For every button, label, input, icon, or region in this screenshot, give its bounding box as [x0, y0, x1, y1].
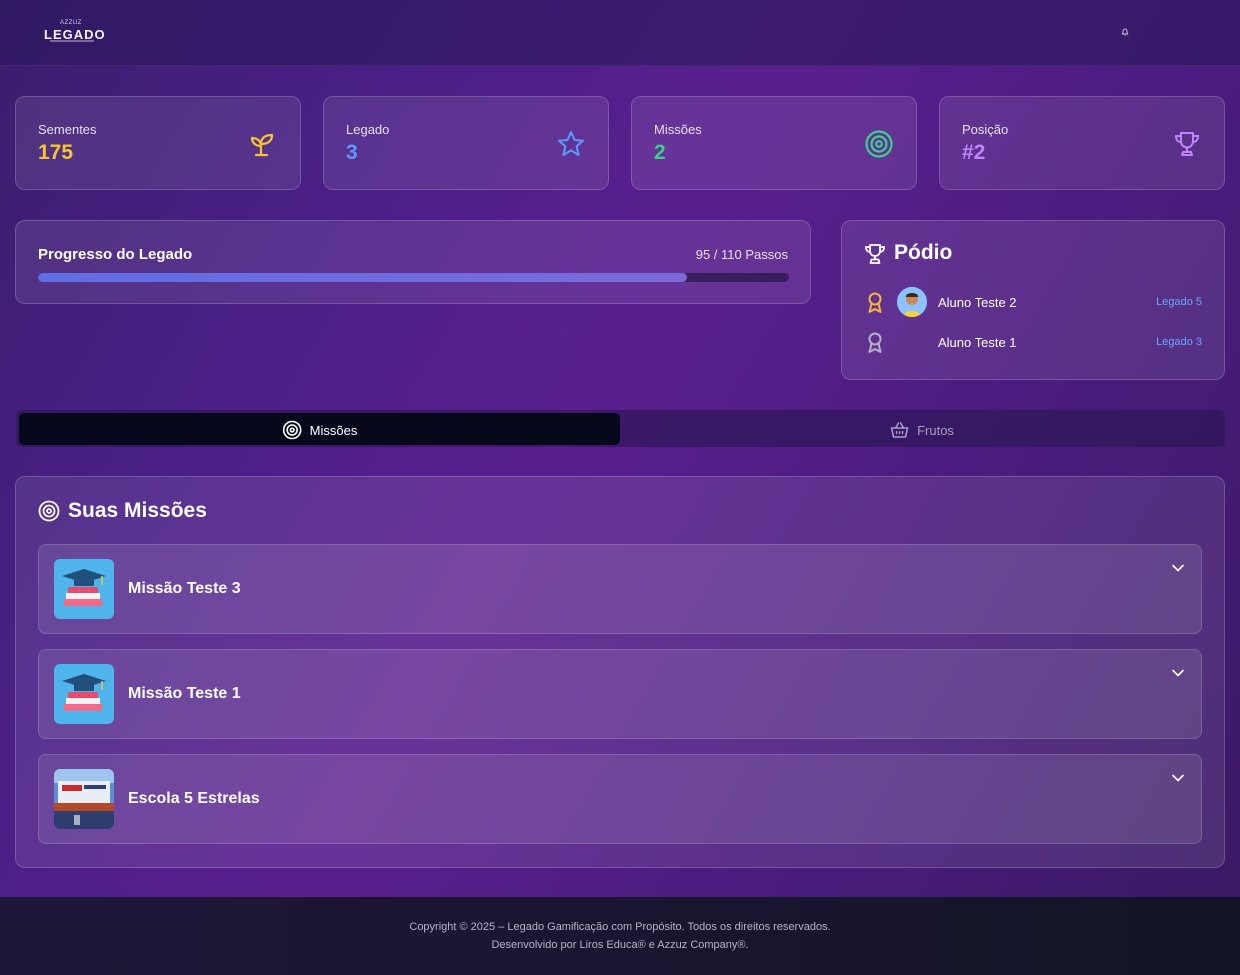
logo-underline — [50, 40, 94, 42]
page-footer: Copyright © 2025 – Legado Gamificação co… — [0, 897, 1240, 975]
top-header: AZZUZ LEGADO — [0, 0, 1240, 66]
stat-value: 3 — [346, 141, 358, 164]
target-icon — [282, 420, 301, 440]
target-icon — [38, 500, 60, 522]
stat-card-posicao: Posição #2 — [939, 96, 1225, 190]
chevron-down-icon[interactable] — [1171, 666, 1185, 680]
stat-label: Posição — [962, 122, 1009, 137]
mission-item[interactable]: Escola 5 Estrelas — [38, 754, 1202, 844]
tab-label: Frutos — [917, 422, 954, 438]
section-title: Suas Missões — [68, 499, 207, 522]
podium-title: Pódio — [894, 241, 953, 264]
bell-icon[interactable] — [1121, 28, 1129, 36]
podium-row[interactable]: Aluno Teste 1 Legado 3 — [842, 326, 1224, 360]
podium-card: Pódio Aluno Teste 2 Legado 5 Aluno Teste… — [841, 220, 1225, 380]
tab-missoes[interactable]: Missões — [19, 413, 620, 445]
mission-item[interactable]: Missão Teste 1 — [38, 649, 1202, 739]
podium-student-name: Aluno Teste 1 — [938, 335, 1017, 350]
progress-title: Progresso do Legado — [38, 246, 193, 263]
school-photo-thumb — [54, 769, 114, 829]
target-icon — [865, 130, 893, 158]
stat-card-legado: Legado 3 — [323, 96, 609, 190]
tab-label: Missões — [309, 422, 358, 438]
podium-student-name: Aluno Teste 2 — [938, 295, 1017, 310]
avatar — [897, 287, 927, 317]
chevron-down-icon[interactable] — [1171, 771, 1185, 785]
mission-title: Escola 5 Estrelas — [128, 790, 260, 807]
legacy-progress-card: Progresso do Legado 95 / 110 Passos — [15, 220, 811, 304]
trophy-icon — [1174, 132, 1200, 156]
stat-card-sementes: Sementes 175 — [15, 96, 301, 190]
stat-label: Legado — [346, 122, 390, 137]
stat-card-missoes: Missões 2 — [631, 96, 917, 190]
mission-title: Missão Teste 1 — [128, 685, 241, 702]
stat-value: 175 — [38, 141, 74, 164]
star-icon — [558, 131, 584, 156]
legado-logo[interactable]: AZZUZ LEGADO — [44, 20, 105, 44]
mission-item[interactable]: Missão Teste 3 — [38, 544, 1202, 634]
stat-label: Sementes — [38, 122, 97, 137]
gold-medal-icon — [868, 292, 882, 313]
podium-row[interactable]: Aluno Teste 2 Legado 5 — [842, 286, 1224, 320]
footer-copyright: Copyright © 2025 – Legado Gamificação co… — [409, 921, 831, 933]
sprout-icon — [250, 133, 274, 157]
progress-count: 95 / 110 Passos — [695, 247, 788, 262]
podium-legado-badge: Legado 5 — [1156, 296, 1202, 308]
tab-bar: Missões Frutos — [16, 410, 1225, 447]
graduation-books-thumb — [54, 559, 114, 619]
silver-medal-icon — [868, 332, 882, 353]
chevron-down-icon[interactable] — [1171, 561, 1185, 575]
missions-section: Suas Missões Missão Teste 3 Missão Teste… — [15, 476, 1225, 868]
trophy-icon — [865, 244, 885, 264]
mission-title: Missão Teste 3 — [128, 580, 241, 597]
progress-bar — [38, 273, 789, 282]
basket-icon — [890, 422, 908, 438]
stat-value: 2 — [654, 141, 666, 164]
stat-label: Missões — [654, 122, 702, 137]
tab-frutos[interactable]: Frutos — [621, 413, 1222, 445]
progress-bar-fill — [38, 273, 687, 282]
graduation-books-thumb — [54, 664, 114, 724]
logo-small-text: AZZUZ — [60, 20, 82, 26]
footer-credits: Desenvolvido por Liros Educa® e Azzuz Co… — [491, 939, 749, 951]
stat-value: #2 — [962, 141, 986, 164]
podium-legado-badge: Legado 3 — [1156, 336, 1202, 348]
